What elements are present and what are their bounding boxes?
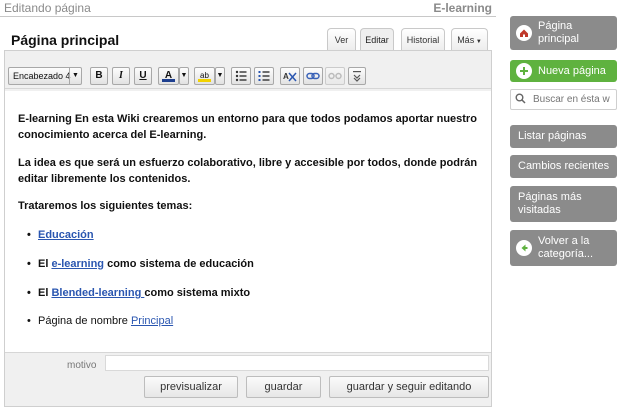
- back-arrow-icon: [516, 240, 532, 256]
- page-title: Página principal: [11, 32, 120, 48]
- numbered-list-icon: [258, 71, 270, 81]
- bullet: •: [27, 315, 31, 327]
- expand-toolbar-icon: [353, 71, 361, 82]
- format-select[interactable]: Encabezado 4 ▼: [8, 67, 82, 85]
- chevron-down-icon: ▼: [216, 72, 224, 79]
- search-input[interactable]: [510, 89, 617, 110]
- unlink-button[interactable]: [325, 67, 345, 85]
- most-visited-button[interactable]: Páginas más visitadas: [510, 186, 617, 222]
- home-icon: [516, 25, 532, 41]
- list-text: Página de nombre: [38, 315, 131, 327]
- tab-historial[interactable]: Historial: [401, 28, 445, 51]
- italic-button[interactable]: I: [112, 67, 130, 85]
- top-bar: Editando página E-learning: [0, 0, 496, 17]
- format-select-value: Encabezado 4: [13, 71, 71, 81]
- tab-ver[interactable]: Ver: [327, 28, 356, 51]
- save-button[interactable]: guardar: [246, 376, 321, 398]
- recent-changes-label: Cambios recientes: [518, 160, 610, 172]
- sidebar-home-label: Página principal: [538, 20, 579, 45]
- bullet: •: [27, 229, 31, 241]
- clear-format-button[interactable]: A: [280, 67, 300, 85]
- list-item: • Página de nombre Principal: [27, 314, 173, 328]
- unlink-icon: [328, 72, 342, 80]
- link-blended-learning[interactable]: Blended-learning: [51, 287, 144, 299]
- back-category-button[interactable]: Volver a la categoría...: [510, 230, 617, 266]
- new-page-button[interactable]: Nueva página: [510, 60, 617, 82]
- list-item: • Educación: [27, 228, 94, 242]
- svg-text:A: A: [283, 72, 289, 81]
- tab-label: Historial: [406, 35, 440, 45]
- bullet-list-icon: [235, 70, 247, 82]
- list-pages-label: Listar páginas: [518, 130, 587, 142]
- highlight-dropdown[interactable]: ▼: [215, 67, 225, 85]
- sidebar-home-button[interactable]: Página principal: [510, 16, 617, 50]
- paragraph-topics-heading: Trataremos los siguientes temas:: [18, 200, 193, 212]
- list-text: El: [38, 287, 52, 299]
- tab-editar[interactable]: Editar: [360, 28, 394, 51]
- editor-content[interactable]: E-learning En esta Wiki crearemos un ent…: [5, 91, 491, 353]
- list-text: El: [38, 258, 52, 270]
- more-tools-button[interactable]: [348, 67, 366, 85]
- tab-label: Ver: [334, 35, 349, 45]
- motivo-input[interactable]: [105, 355, 489, 371]
- editor: Encabezado 4 ▼ B I U A ▼ ab ▼ A E-learni…: [4, 50, 492, 407]
- chevron-down-icon: ▼: [69, 68, 81, 84]
- editor-toolbar: Encabezado 4 ▼ B I U A ▼ ab ▼ A: [5, 61, 491, 89]
- paragraph-intro: E-learning En esta Wiki crearemos un ent…: [18, 113, 477, 141]
- font-color-dropdown[interactable]: ▼: [179, 67, 189, 85]
- bold-button[interactable]: B: [90, 67, 108, 85]
- new-page-label: Nueva página: [538, 65, 606, 77]
- list-text: como sistema mixto: [144, 287, 251, 299]
- paragraph-idea: La idea es que será un esfuerzo colabora…: [18, 157, 478, 185]
- list-pages-button[interactable]: Listar páginas: [510, 125, 617, 148]
- motivo-label: motivo: [67, 360, 97, 371]
- chevron-down-icon: ▼: [474, 39, 482, 45]
- list-text: como sistema de educación: [104, 258, 254, 270]
- chevron-down-icon: ▼: [180, 72, 188, 79]
- highlight-button[interactable]: ab: [194, 67, 215, 85]
- search-icon: [515, 93, 526, 107]
- wiki-name[interactable]: E-learning: [433, 1, 492, 15]
- tab-label: Editar: [365, 35, 389, 45]
- link-e-learning[interactable]: e-learning: [51, 258, 104, 270]
- clear-format-icon: A: [283, 72, 297, 82]
- tab-label: Más: [457, 35, 475, 45]
- underline-button[interactable]: U: [134, 67, 152, 85]
- most-visited-label: Páginas más visitadas: [518, 191, 582, 216]
- tab-mas[interactable]: Más ▼: [451, 28, 488, 51]
- font-color-button[interactable]: A: [158, 67, 179, 85]
- bullet: •: [27, 287, 31, 299]
- edit-mode-label: Editando página: [4, 1, 91, 15]
- link-educacion[interactable]: Educación: [38, 229, 94, 241]
- recent-changes-button[interactable]: Cambios recientes: [510, 155, 617, 178]
- link-button[interactable]: [303, 67, 323, 85]
- link-principal[interactable]: Principal: [131, 315, 173, 327]
- list-item: • El e-learning como sistema de educación: [27, 257, 254, 271]
- preview-button[interactable]: previsualizar: [144, 376, 238, 398]
- bullet-list-button[interactable]: [231, 67, 251, 85]
- link-icon: [306, 72, 320, 80]
- save-continue-button[interactable]: guardar y seguir editando: [329, 376, 489, 398]
- plus-icon: [516, 63, 532, 79]
- numbered-list-button[interactable]: [254, 67, 274, 85]
- back-category-label: Volver a la categoría...: [538, 235, 594, 260]
- bullet: •: [27, 258, 31, 270]
- list-item: • El Blended-learning como sistema mixto: [27, 286, 251, 300]
